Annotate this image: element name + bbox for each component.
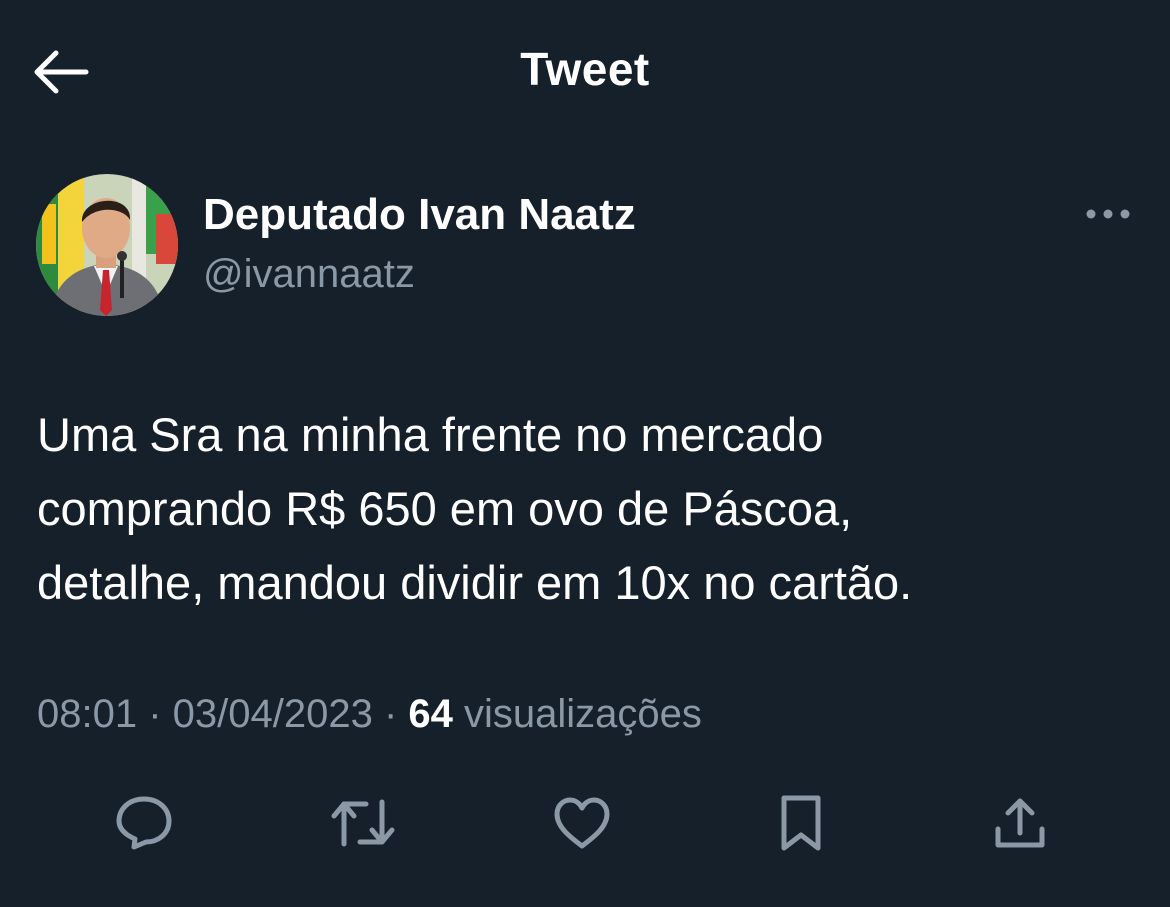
more-horizontal-icon	[1086, 209, 1130, 219]
tweet-text: Uma Sra na minha frente no mercado compr…	[37, 398, 1137, 620]
meta-separator: ·	[137, 692, 173, 736]
tweet-text-line: Uma Sra na minha frente no mercado	[37, 408, 824, 461]
tweet-date[interactable]: 03/04/2023	[173, 692, 373, 736]
author-handle[interactable]: @ivannaatz	[203, 252, 415, 297]
avatar[interactable]	[36, 174, 178, 316]
avatar-image	[36, 174, 178, 316]
reply-icon	[116, 796, 172, 850]
tweet-text-line: detalhe, mandou dividir em 10x no cartão…	[37, 556, 913, 609]
page-title: Tweet	[520, 43, 650, 95]
bookmark-icon	[781, 795, 821, 851]
tweet-time[interactable]: 08:01	[37, 692, 137, 736]
retweet-button[interactable]	[330, 790, 396, 856]
tweet-detail-screen: Tweet Deputado Ivan Naatz @ivannaatz Uma…	[0, 0, 1170, 907]
views-count: 64	[408, 692, 453, 736]
tweet-meta: 08:01 · 03/04/2023 · 64 visualizações	[37, 692, 702, 737]
author-display-name[interactable]: Deputado Ivan Naatz	[203, 190, 636, 240]
meta-separator: ·	[372, 692, 409, 736]
more-options-button[interactable]	[1080, 196, 1136, 232]
reply-button[interactable]	[111, 790, 177, 856]
like-button[interactable]	[549, 790, 615, 856]
share-icon	[995, 798, 1045, 848]
views-label: visualizações	[464, 692, 702, 736]
tweet-text-line: comprando R$ 650 em ovo de Páscoa,	[37, 482, 853, 535]
heart-icon	[554, 797, 610, 849]
bookmark-button[interactable]	[768, 790, 834, 856]
share-button[interactable]	[987, 790, 1053, 856]
retweet-icon	[331, 799, 395, 847]
